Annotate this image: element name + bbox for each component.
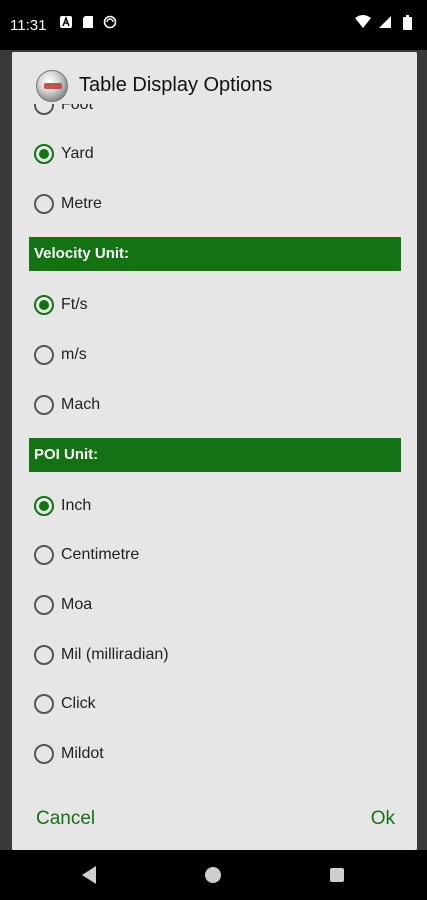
- option-metre[interactable]: Metre: [12, 185, 417, 225]
- radio-fts[interactable]: [34, 295, 54, 315]
- option-label: Mildot: [61, 745, 104, 762]
- option-label: Yard: [61, 145, 94, 162]
- status-icons-left: [58, 15, 118, 31]
- radio-mildot[interactable]: [34, 744, 54, 764]
- velocity-unit-header: Velocity Unit:: [29, 237, 401, 271]
- radio-mil[interactable]: [34, 645, 54, 665]
- notification-a-icon: [58, 15, 74, 31]
- radio-inch[interactable]: [34, 496, 54, 516]
- radio-ms[interactable]: [34, 345, 54, 365]
- option-label: Inch: [61, 497, 92, 514]
- table-display-options-dialog: Table Display Options Foot Yard Metre Ve…: [12, 52, 417, 850]
- option-foot[interactable]: Foot: [12, 104, 417, 126]
- option-label: Centimetre: [61, 546, 140, 563]
- option-label: Click: [61, 695, 96, 712]
- cancel-button[interactable]: Cancel: [36, 808, 95, 830]
- status-time: 11:31: [10, 17, 47, 34]
- battery-icon: [399, 15, 415, 31]
- option-label: Mil (milliradian): [61, 646, 169, 663]
- radio-metre[interactable]: [34, 194, 54, 214]
- option-ms[interactable]: m/s: [12, 336, 417, 376]
- status-icons-right: [355, 15, 415, 31]
- poi-unit-header: POI Unit:: [29, 438, 401, 472]
- option-label: Mach: [61, 396, 101, 413]
- option-inch[interactable]: Inch: [12, 487, 417, 527]
- status-bar: 11:31: [0, 0, 427, 50]
- back-icon[interactable]: [82, 866, 96, 884]
- dialog-footer: Cancel Ok: [12, 794, 417, 850]
- option-mil[interactable]: Mil (milliradian): [12, 636, 417, 676]
- options-scroll-area[interactable]: Foot Yard Metre Velocity Unit: Ft/s m/s: [12, 104, 417, 794]
- recents-icon[interactable]: [330, 868, 344, 882]
- radio-click[interactable]: [34, 694, 54, 714]
- option-label: Moa: [61, 596, 93, 613]
- wifi-icon: [355, 15, 371, 31]
- option-mildot[interactable]: Mildot: [12, 735, 417, 775]
- radio-centimetre[interactable]: [34, 545, 54, 565]
- radio-yard[interactable]: [34, 144, 54, 164]
- dialog-header: Table Display Options: [12, 52, 417, 104]
- option-moa[interactable]: Moa: [12, 586, 417, 626]
- signal-icon: [377, 15, 393, 31]
- option-mach[interactable]: Mach: [12, 386, 417, 426]
- radio-foot[interactable]: [34, 104, 54, 115]
- ok-button[interactable]: Ok: [371, 808, 395, 830]
- radio-moa[interactable]: [34, 595, 54, 615]
- app-logo-icon: [36, 70, 68, 102]
- home-icon[interactable]: [205, 867, 221, 883]
- option-fts[interactable]: Ft/s: [12, 286, 417, 326]
- sync-icon: [102, 15, 118, 31]
- option-yard[interactable]: Yard: [12, 135, 417, 175]
- option-label: Ft/s: [61, 296, 88, 313]
- sd-card-icon: [80, 15, 96, 31]
- option-click[interactable]: Click: [12, 685, 417, 725]
- radio-mach[interactable]: [34, 395, 54, 415]
- dialog-title: Table Display Options: [79, 74, 273, 96]
- option-label: Foot: [61, 104, 94, 113]
- option-centimetre[interactable]: Centimetre: [12, 536, 417, 576]
- option-label: Metre: [61, 195, 102, 212]
- option-label: m/s: [61, 346, 87, 363]
- navigation-bar: [0, 850, 427, 900]
